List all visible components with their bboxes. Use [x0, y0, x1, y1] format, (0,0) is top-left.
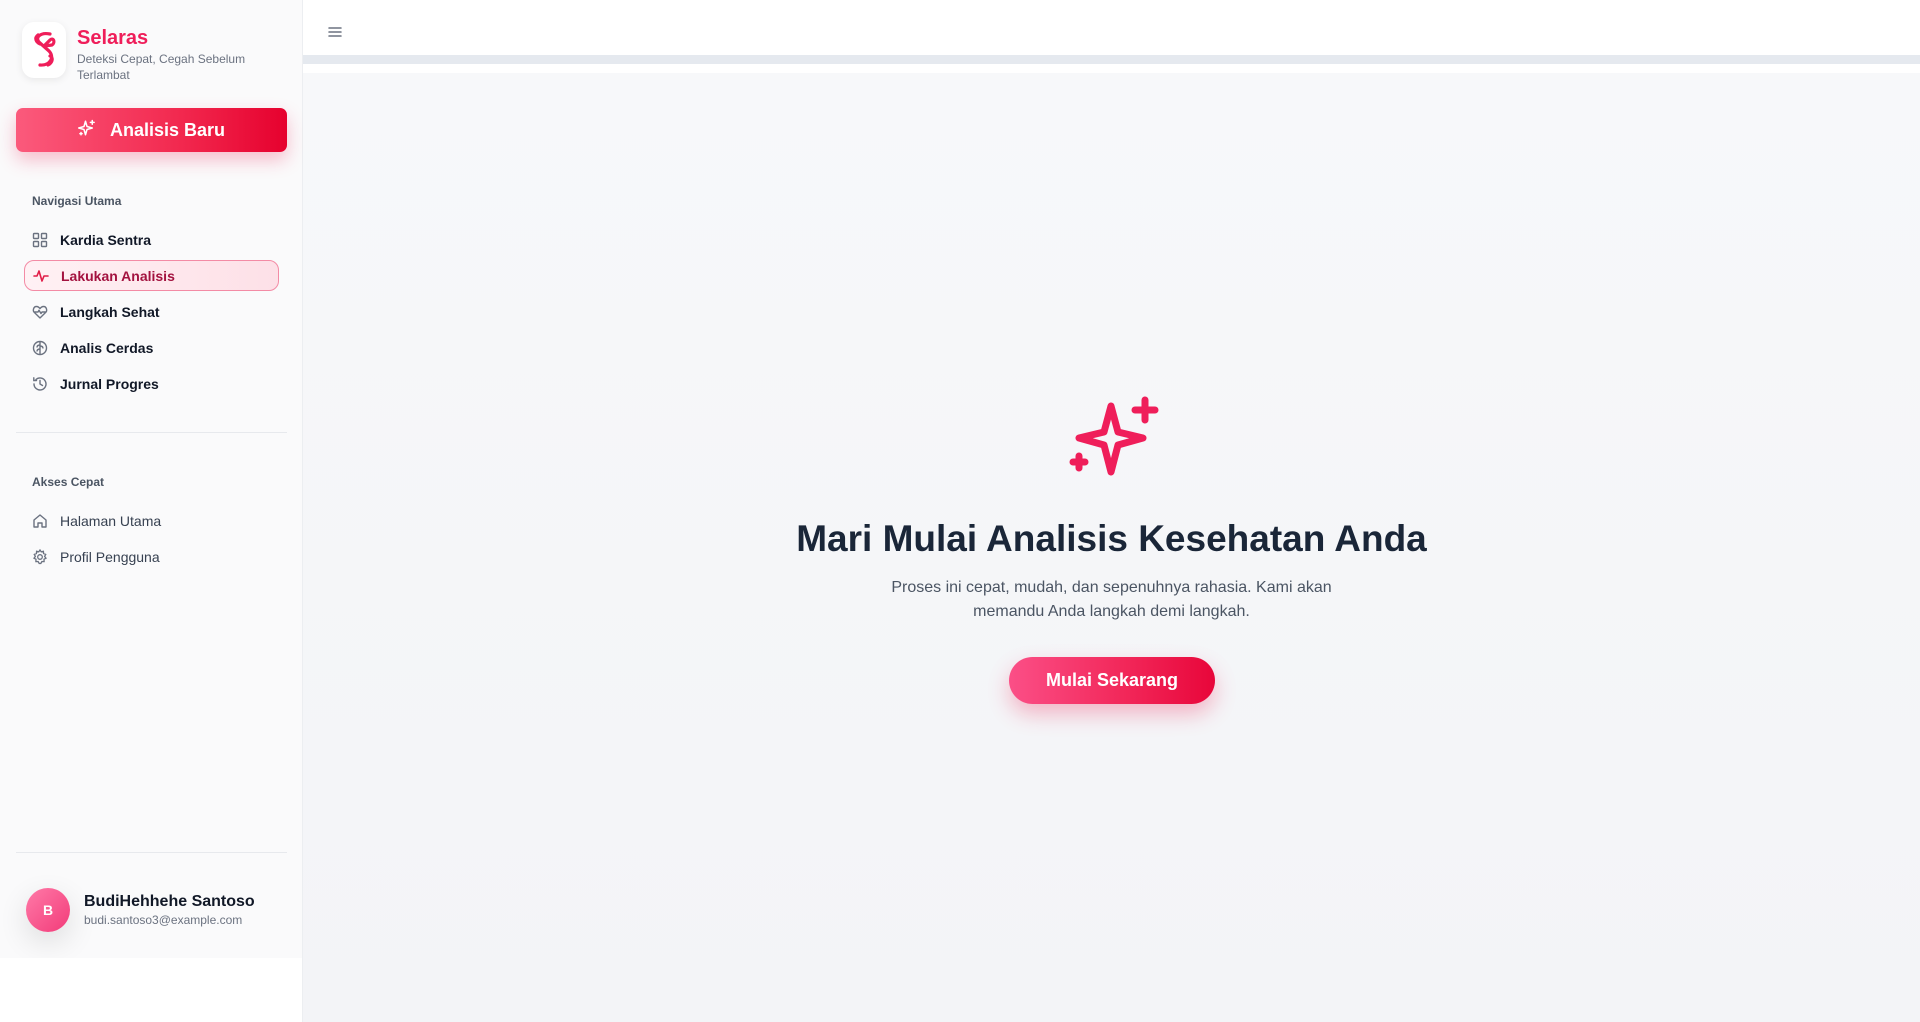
sidebar-item-label: Halaman Utama [60, 512, 162, 529]
quick-access-section-title: Akses Cepat [32, 475, 105, 489]
sidebar-item-label: Jurnal Progres [60, 375, 159, 392]
new-analysis-label: Analisis Baru [109, 119, 226, 140]
sidebar-item-profil-pengguna[interactable]: Profil Pengguna [24, 541, 279, 572]
brain-icon [32, 340, 48, 356]
brand-title: Selaras [77, 27, 149, 49]
pulse-icon [33, 268, 49, 284]
sparkles-icon [1063, 394, 1161, 495]
sidebar-item-label: Kardia Sentra [60, 231, 152, 248]
gear-icon [32, 548, 48, 565]
avatar: B [26, 888, 70, 932]
brand[interactable]: Selaras Deteksi Cepat, Cegah Sebelum Ter… [22, 22, 252, 83]
brand-tagline: Deteksi Cepat, Cegah Sebelum Terlambat [77, 52, 246, 82]
sidebar-item-label: Profil Pengguna [60, 548, 160, 565]
sidebar-footer-divider [16, 852, 287, 853]
sidebar-bottom-area [0, 958, 303, 1022]
nav-section-title: Navigasi Utama [32, 194, 122, 208]
sidebar-item-jurnal-progres[interactable]: Jurnal Progres [24, 368, 279, 399]
home-icon [32, 513, 48, 529]
sidebar: Selaras Deteksi Cepat, Cegah Sebelum Ter… [0, 0, 303, 958]
sidebar-item-label: Lakukan Analisis [61, 267, 175, 284]
topbar [303, 0, 1920, 64]
new-analysis-button[interactable]: Analisis Baru [16, 108, 287, 152]
app-root: Selaras Deteksi Cepat, Cegah Sebelum Ter… [0, 0, 1920, 1022]
user-name: BudiHehhehe Santoso [84, 893, 255, 910]
hamburger-icon[interactable] [327, 24, 343, 40]
sidebar-item-label: Analis Cerdas [60, 339, 154, 356]
double-s-heart-logo-icon [22, 22, 66, 78]
grid-icon [32, 232, 48, 248]
sparkle-icon [77, 119, 96, 142]
sidebar-item-label: Langkah Sehat [60, 303, 160, 320]
sidebar-item-halaman-utama[interactable]: Halaman Utama [24, 505, 279, 536]
heart-pulse-icon [32, 304, 48, 320]
sidebar-divider [16, 432, 287, 433]
sidebar-item-analis-cerdas[interactable]: Analis Cerdas [24, 332, 279, 363]
hero-subtitle: Proses ini cepat, mudah, dan sepenuhnya … [891, 579, 1332, 620]
sidebar-item-kardia-sentra[interactable]: Kardia Sentra [24, 224, 279, 255]
user-profile[interactable]: B BudiHehhehe Santoso budi.santoso3@exam… [26, 888, 255, 932]
start-now-button[interactable]: Mulai Sekarang [1009, 657, 1215, 704]
sidebar-item-langkah-sehat[interactable]: Langkah Sehat [24, 296, 279, 327]
hero-title: Mari Mulai Analisis Kesehatan Anda [796, 518, 1427, 559]
sidebar-item-lakukan-analisis[interactable]: Lakukan Analisis [24, 260, 279, 291]
history-icon [32, 376, 48, 392]
user-email: budi.santoso3@example.com [84, 913, 243, 927]
